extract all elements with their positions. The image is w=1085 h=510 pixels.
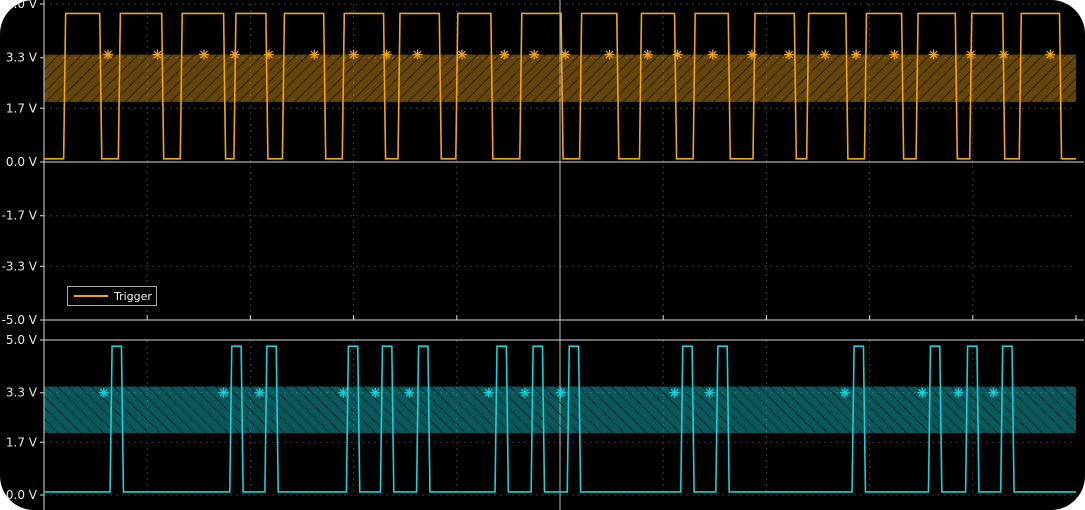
- edge-marker: [309, 49, 320, 60]
- edge-marker: [988, 387, 999, 398]
- edge-marker: [669, 387, 680, 398]
- lower-channel-plot[interactable]: 5.0 V 3.3 V 1.7 V 0.0 V: [0, 330, 1085, 510]
- y-tick-label: 5.0 V: [6, 0, 38, 11]
- edge-marker: [820, 49, 831, 60]
- edge-marker: [370, 387, 381, 398]
- edge-marker: [1045, 49, 1056, 60]
- y-tick-label: -1.7 V: [2, 209, 38, 223]
- edge-marker: [519, 387, 530, 398]
- y-tick-label: 5.0 V: [6, 333, 38, 347]
- edge-marker: [642, 49, 653, 60]
- edge-marker: [965, 49, 976, 60]
- edge-marker: [953, 387, 964, 398]
- edge-marker: [889, 49, 900, 60]
- edge-marker: [348, 49, 359, 60]
- edge-marker: [338, 387, 349, 398]
- legend-swatch-trigger: [74, 295, 108, 297]
- edge-marker: [851, 49, 862, 60]
- y-tick-label: -5.0 V: [2, 313, 38, 327]
- legend[interactable]: Trigger: [67, 286, 157, 306]
- edge-marker: [218, 387, 229, 398]
- y-tick-label: 1.7 V: [6, 101, 38, 115]
- y-tick-label: 0.0 V: [6, 155, 38, 169]
- edge-marker: [529, 49, 540, 60]
- y-tick-label: 3.3 V: [6, 51, 38, 65]
- edge-marker: [998, 49, 1009, 60]
- edge-marker: [499, 49, 510, 60]
- edge-marker: [381, 49, 392, 60]
- edge-marker: [229, 49, 240, 60]
- edge-marker: [102, 49, 113, 60]
- edge-marker: [412, 49, 423, 60]
- edge-marker: [604, 49, 615, 60]
- legend-label-trigger: Trigger: [114, 289, 152, 303]
- lower-channel-pane: 5.0 V 3.3 V 1.7 V 0.0 V: [0, 330, 1085, 510]
- y-tick-label: -3.3 V: [2, 259, 38, 273]
- threshold-band: [44, 54, 1076, 102]
- edge-marker: [483, 387, 494, 398]
- edge-marker: [917, 387, 928, 398]
- y-tick-label: 3.3 V: [6, 386, 38, 400]
- oscilloscope-window: 5.0 V 3.3 V 1.7 V 0.0 V -1.7 V -3.3 V -5.0 V 5…: [0, 0, 1085, 510]
- edge-marker: [672, 49, 683, 60]
- edge-marker: [254, 387, 265, 398]
- edge-marker: [556, 387, 567, 398]
- upper-channel-plot[interactable]: 5.0 V 3.3 V 1.7 V 0.0 V -1.7 V -3.3 V -5.0 V: [0, 0, 1085, 330]
- edge-marker: [704, 387, 715, 398]
- y-tick-label: 1.7 V: [6, 435, 38, 449]
- edge-marker: [784, 49, 795, 60]
- edge-marker: [152, 49, 163, 60]
- edge-marker: [839, 387, 850, 398]
- edge-marker: [263, 49, 274, 60]
- upper-channel-pane: 5.0 V 3.3 V 1.7 V 0.0 V -1.7 V -3.3 V -5.0 V: [0, 0, 1085, 330]
- edge-marker: [707, 49, 718, 60]
- edge-marker: [98, 387, 109, 398]
- y-tick-label: 0.0 V: [6, 488, 38, 502]
- edge-marker: [404, 387, 415, 398]
- edge-marker: [746, 49, 757, 60]
- edge-marker: [928, 49, 939, 60]
- edge-marker: [198, 49, 209, 60]
- edge-marker: [560, 49, 571, 60]
- edge-marker: [456, 49, 467, 60]
